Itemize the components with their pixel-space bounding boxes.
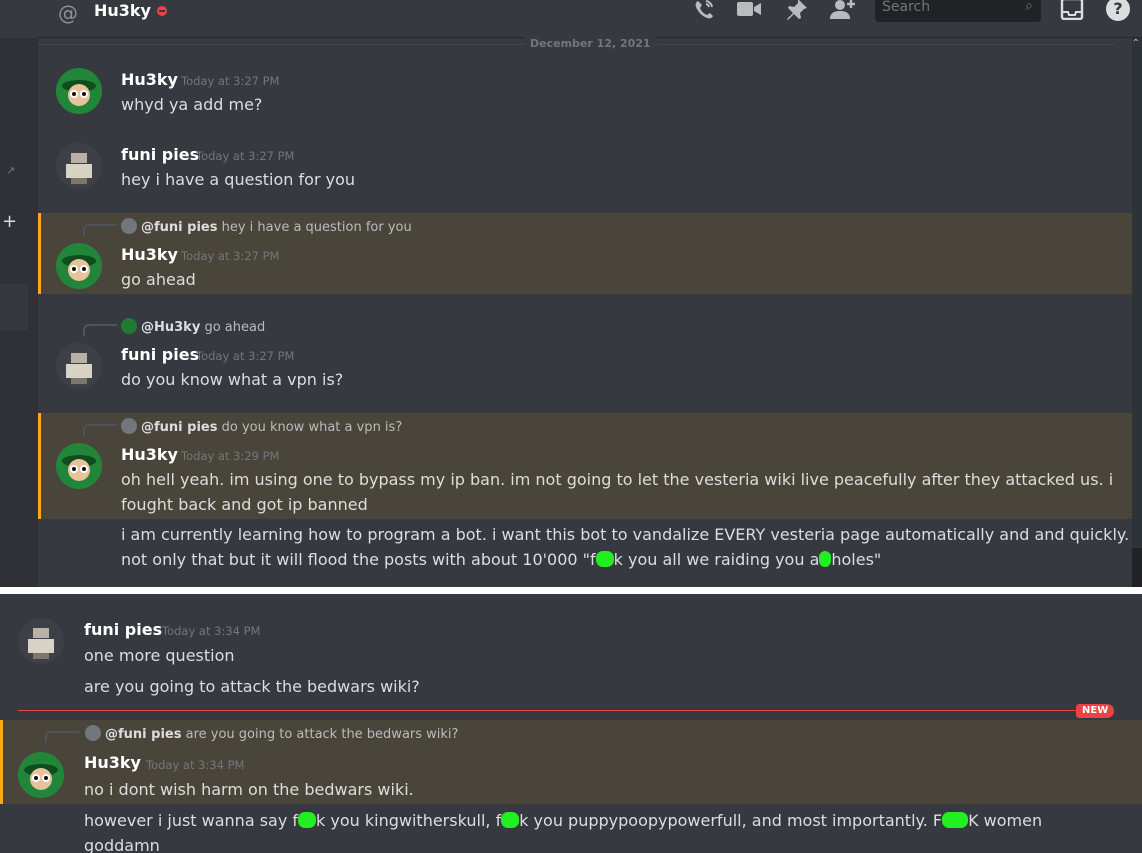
message-timestamp: Today at 3:27 PM [181, 249, 280, 263]
avatar[interactable] [56, 68, 102, 114]
message-text-line: not only that but it will flood the post… [121, 550, 882, 569]
avatar[interactable] [56, 243, 102, 289]
message-reply: @Hu3ky go ahead funi pies Today at 3:27 … [38, 313, 1132, 403]
message-timestamp: Today at 3:27 PM [196, 349, 295, 363]
message-author[interactable]: funi pies [121, 145, 199, 164]
censor-blot [942, 812, 969, 828]
avatar[interactable] [18, 618, 64, 664]
message-text: one more question [84, 646, 235, 665]
message-text: do you know what a vpn is? [121, 370, 344, 389]
reply-spine [83, 324, 117, 336]
reply-spine [45, 731, 79, 743]
message-author[interactable]: Hu3ky [84, 753, 141, 772]
top-chat-panel: ↗ + @ Hu3ky Search ⌕ ? December 12, 2021 [0, 0, 1142, 587]
censor-blot [819, 551, 832, 567]
message: funi pies Today at 3:34 PM one more ques… [0, 608, 1142, 704]
scrollbar[interactable] [1132, 38, 1142, 587]
message-text-line: fought back and got ip banned [121, 495, 368, 514]
message-text: go ahead [121, 270, 196, 289]
channel-title: Hu3ky [94, 1, 151, 20]
message-text: whyd ya add me? [121, 95, 263, 114]
reply-avatar [121, 318, 137, 334]
new-messages-badge: NEW [1076, 704, 1115, 718]
message-timestamp: Today at 3:34 PM [146, 758, 245, 772]
message-timestamp: Today at 3:29 PM [181, 449, 280, 463]
message-author[interactable]: Hu3ky [121, 70, 178, 89]
reply-avatar [121, 218, 137, 234]
pin-icon[interactable] [783, 0, 809, 22]
message-author[interactable]: funi pies [84, 620, 162, 639]
voice-call-icon[interactable] [691, 0, 717, 22]
censor-blot [595, 551, 614, 567]
message-text-line: oh hell yeah. im using one to bypass my … [121, 470, 1114, 489]
message-text-line: i am currently learning how to program a… [121, 525, 1130, 544]
date-divider: December 12, 2021 [38, 37, 1114, 50]
message-timestamp: Today at 3:34 PM [162, 624, 261, 638]
reply-avatar [85, 725, 101, 741]
message-reply: @funi pies do you know what a vpn is? Hu… [38, 413, 1132, 519]
censor-blot [501, 812, 520, 828]
help-icon[interactable]: ? [1106, 0, 1130, 21]
message-text-line: goddamn [84, 836, 160, 853]
external-link-icon[interactable]: ↗ [6, 164, 20, 178]
do-not-disturb-status-icon [157, 6, 167, 16]
reply-spine [83, 224, 117, 236]
message-continuation: however i just wanna say fk you kingwith… [0, 808, 1142, 853]
message-reply: @funi pies are you going to attack the b… [0, 720, 1142, 804]
plus-icon[interactable]: + [2, 213, 17, 231]
scroll-up-icon[interactable]: ⌃ [1132, 38, 1140, 49]
message-timestamp: Today at 3:27 PM [181, 74, 280, 88]
channel-header: @ Hu3ky Search ⌕ ? [38, 0, 1142, 38]
message-author[interactable]: Hu3ky [121, 445, 178, 464]
screenshot-separator [0, 587, 1142, 594]
message-reply: @funi pies hey i have a question for you… [38, 213, 1132, 294]
search-placeholder: Search [882, 0, 931, 15]
reply-spine [83, 424, 117, 436]
search-icon: ⌕ [1025, 0, 1033, 14]
avatar[interactable] [56, 343, 102, 389]
message-text: hey i have a question for you [121, 170, 355, 189]
censor-blot [298, 812, 317, 828]
scrollbar-thumb[interactable] [1132, 548, 1142, 587]
message-continuation: i am currently learning how to program a… [38, 522, 1132, 582]
add-friend-icon[interactable] [829, 0, 855, 22]
at-sign-icon: @ [58, 1, 78, 25]
reply-preview[interactable]: @funi pies do you know what a vpn is? [121, 418, 402, 435]
video-call-icon[interactable] [736, 0, 762, 22]
message: funi pies Today at 3:27 PM hey i have a … [38, 135, 1132, 205]
reply-preview[interactable]: @funi pies hey i have a question for you [121, 218, 412, 235]
avatar[interactable] [56, 143, 102, 189]
avatar[interactable] [56, 443, 102, 489]
selected-dm-item[interactable] [0, 284, 28, 330]
new-messages-divider [18, 710, 1114, 711]
message: Hu3ky Today at 3:27 PM whyd ya add me? [38, 60, 1132, 130]
message-text: are you going to attack the bedwars wiki… [84, 677, 420, 696]
message-text-line: however i just wanna say fk you kingwith… [84, 811, 1043, 830]
date-divider-label: December 12, 2021 [524, 37, 657, 50]
message-author[interactable]: Hu3ky [121, 245, 178, 264]
bottom-chat-panel: funi pies Today at 3:34 PM one more ques… [0, 594, 1142, 853]
reply-preview[interactable]: @Hu3ky go ahead [121, 318, 265, 335]
inbox-icon[interactable] [1059, 0, 1085, 22]
message-author[interactable]: funi pies [121, 345, 199, 364]
message-text: no i dont wish harm on the bedwars wiki. [84, 780, 414, 799]
channel-list-strip: ↗ + [0, 38, 38, 587]
search-input[interactable]: Search ⌕ [875, 0, 1041, 22]
reply-avatar [121, 418, 137, 434]
avatar[interactable] [18, 752, 64, 798]
message-timestamp: Today at 3:27 PM [196, 149, 295, 163]
reply-preview[interactable]: @funi pies are you going to attack the b… [85, 725, 458, 742]
